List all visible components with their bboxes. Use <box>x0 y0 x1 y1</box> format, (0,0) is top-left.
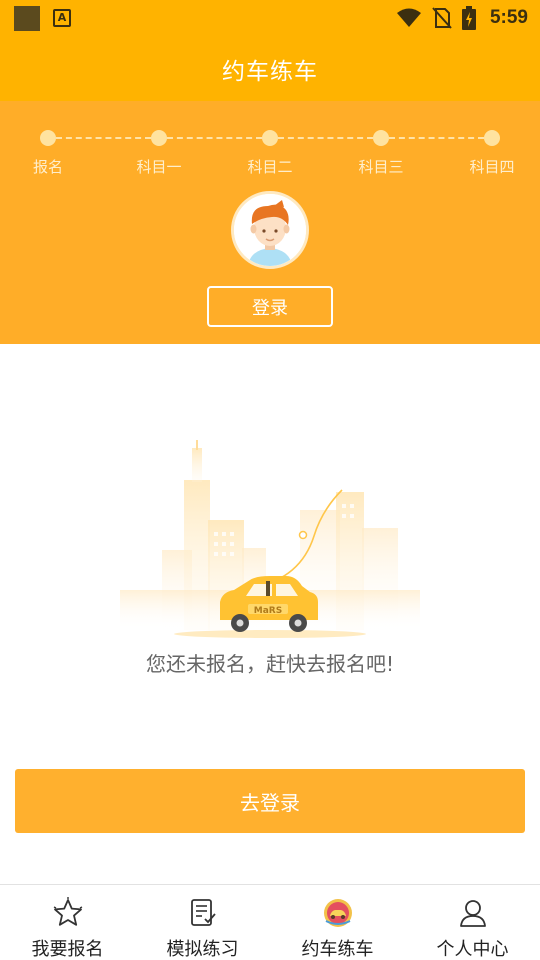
nav-item-book-driving[interactable]: 约车练车 <box>270 885 405 960</box>
step-dot-5 <box>484 130 500 146</box>
step-label-subject-2: 科目二 <box>247 158 293 176</box>
go-login-button[interactable]: 去登录 <box>15 769 525 833</box>
step-label-subject-4: 科目四 <box>469 158 515 176</box>
step-dot-1 <box>40 130 56 146</box>
document-check-icon <box>190 899 216 926</box>
nav-item-signup[interactable]: 我要报名 <box>0 885 135 960</box>
empty-state-message: 您还未报名，赶快去报名吧! <box>145 652 395 676</box>
step-connector <box>389 137 484 139</box>
star-icon <box>53 897 82 926</box>
svg-text:MaRS: MaRS <box>254 606 282 616</box>
wifi-icon <box>396 8 421 27</box>
city-car-illustration: MaRS <box>120 440 420 638</box>
login-button[interactable]: 登录 <box>207 286 333 327</box>
no-sim-icon <box>432 7 452 29</box>
status-icons: 5:59 <box>396 0 528 36</box>
empty-state-illustration: MaRS <box>100 440 440 650</box>
user-avatar-icon <box>234 194 306 266</box>
nav-label: 约车练车 <box>301 939 374 960</box>
step-label-signup: 报名 <box>32 158 63 176</box>
step-dot-2 <box>151 130 167 146</box>
nav-label: 我要报名 <box>31 939 104 960</box>
clock-time: 5:59 <box>489 7 528 28</box>
step-dot-3 <box>262 130 278 146</box>
notification-app-icon <box>14 6 40 31</box>
step-connector <box>167 137 262 139</box>
notification-a-icon: A <box>53 9 71 27</box>
step-connector <box>278 137 373 139</box>
step-connector <box>56 137 151 139</box>
step-label-subject-3: 科目三 <box>358 158 404 176</box>
page-title: 约车练车 <box>222 58 318 85</box>
avatar[interactable] <box>231 191 309 269</box>
status-bar: A 5:59 <box>0 0 540 36</box>
step-label-subject-1: 科目一 <box>136 158 182 176</box>
car-badge-icon <box>323 899 352 927</box>
nav-label: 个人中心 <box>436 939 509 960</box>
nav-label: 模拟练习 <box>166 939 239 960</box>
progress-banner: 报名 科目一 科目二 科目三 科目四 登录 <box>0 101 540 344</box>
person-icon <box>459 900 486 927</box>
nav-item-practice[interactable]: 模拟练习 <box>135 885 270 960</box>
bottom-nav: 我要报名 模拟练习 约车练车 个人中心 <box>0 884 540 960</box>
app-header: 约车练车 <box>0 36 540 101</box>
battery-charging-icon <box>461 6 476 30</box>
step-dot-4 <box>373 130 389 146</box>
nav-item-profile[interactable]: 个人中心 <box>405 885 540 960</box>
